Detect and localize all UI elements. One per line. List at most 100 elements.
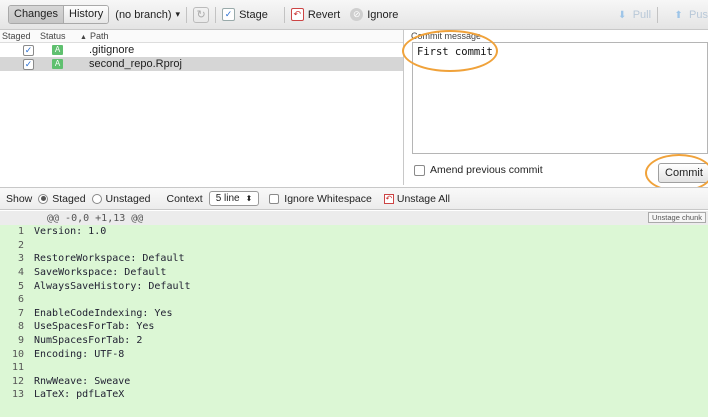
remote-actions: ⬇ Pull ⬆ Pus [608,0,708,29]
stage-button[interactable]: ✓ Stage [222,8,268,21]
hunk-header: @@ -0,0 +1,13 @@ Unstage chunk [0,211,708,225]
line-number: 3 [17,253,24,265]
diff-line[interactable]: 4 SaveWorkspace: Default [0,266,708,280]
select-arrows-icon: ⬍ [245,194,253,203]
push-label: Pus [689,9,708,21]
column-status[interactable]: Status [40,31,80,41]
diff-view: @@ -0,0 +1,13 @@ Unstage chunk 1 Version:… [0,211,708,417]
line-code: Version: 1.0 [34,226,107,238]
line-code: RnwWeave: Sweave [34,375,131,387]
changed-files-pane: Staged Status ▲ Path ✓ A .gitignore ✓ A s… [0,30,404,185]
pull-button[interactable]: ⬇ Pull [616,9,651,22]
pull-label: Pull [632,9,652,21]
sort-ascending-icon: ▲ [80,34,87,41]
diff-line[interactable]: 8 UseSpacesForTab: Yes [0,320,708,334]
diff-line[interactable]: 6 [0,293,708,307]
staged-checkbox[interactable]: ✓ [23,44,34,56]
context-label: Context [166,192,203,205]
line-number: 2 [17,239,24,251]
amend-option[interactable]: Amend previous commit [414,164,543,176]
view-tabs: Changes History [8,5,110,24]
line-code: EnableCodeIndexing: Yes [34,307,173,319]
line-number: 1 [17,226,24,238]
file-row[interactable]: ✓ A .gitignore [0,43,403,57]
unstage-chunk-button[interactable]: Unstage chunk [647,212,706,223]
files-header: Staged Status ▲ Path [0,30,403,43]
status-badge: A [52,45,63,55]
unstaged-radio[interactable] [91,193,102,204]
tab-history[interactable]: History [63,6,109,23]
line-code: LaTeX: pdfLaTeX [34,389,125,401]
revert-icon: ↶ [290,8,304,21]
commit-pane: Commit message First commit Amend previo… [408,30,708,185]
line-number: 4 [17,267,24,279]
diff-line[interactable]: 7 EnableCodeIndexing: Yes [0,307,708,321]
line-number: 6 [17,294,24,306]
file-path: .gitignore [89,44,135,56]
hunk-range: @@ -0,0 +1,13 @@ [47,212,144,224]
line-number: 7 [17,307,24,319]
context-value: 5 line [215,193,240,204]
column-path-label: Path [89,31,109,41]
staged-checkbox[interactable]: ✓ [23,58,34,70]
line-number: 12 [11,375,24,387]
diff-toolbar: Show Staged Unstaged Context 5 line ⬍ Ig… [0,187,708,210]
staged-radio-label[interactable]: Staged [52,193,85,205]
diff-line[interactable]: 10 Encoding: UTF-8 [0,347,708,361]
line-code: AlwaysSaveHistory: Default [34,280,191,292]
commit-button[interactable]: Commit [658,163,708,183]
branch-selector[interactable]: (no branch) ▾ [115,9,180,21]
ignore-whitespace-label[interactable]: Ignore Whitespace [284,193,372,205]
toolbar-divider [283,6,285,23]
unstaged-radio-label[interactable]: Unstaged [106,193,151,205]
diff-line[interactable]: 13 LaTeX: pdfLaTeX [0,388,708,402]
diff-line[interactable]: 5 AlwaysSaveHistory: Default [0,279,708,293]
context-select[interactable]: 5 line ⬍ [208,191,260,206]
show-label: Show [6,192,33,205]
unstage-icon: ↶ [383,193,394,204]
refresh-icon[interactable]: ↻ [193,6,210,23]
chevron-down-icon: ▾ [175,9,181,19]
diff-lines: 1 Version: 1.0 2 3 RestoreWorkspace: Defau… [0,225,708,417]
line-number: 5 [17,280,24,292]
line-number: 9 [17,335,24,347]
diff-line[interactable]: 2 [0,239,708,253]
column-staged[interactable]: Staged [0,31,40,41]
pull-arrow-icon: ⬇ [617,9,627,21]
file-row[interactable]: ✓ A second_repo.Rproj [0,57,403,71]
line-code: RestoreWorkspace: Default [34,253,185,265]
line-code: NumSpacesForTab: 2 [34,335,143,347]
toolbar-divider [657,7,659,23]
line-number: 13 [11,389,24,401]
amend-checkbox[interactable] [414,164,425,176]
check-icon: ✓ [222,8,236,21]
toolbar-divider [186,6,188,23]
toolbar-divider [215,6,217,23]
branch-label: (no branch) [115,8,172,21]
push-arrow-icon: ⬆ [674,9,683,21]
column-path[interactable]: ▲ Path [80,31,403,41]
push-button[interactable]: ⬆ Pus [672,9,708,22]
revert-label: Revert [307,8,341,21]
line-code: Encoding: UTF-8 [34,348,125,360]
ignore-label: Ignore [367,8,399,21]
diff-line[interactable]: 12 RnwWeave: Sweave [0,375,708,389]
unstage-all-button[interactable]: Unstage All [397,193,450,205]
diff-line[interactable]: 1 Version: 1.0 [0,225,708,239]
diff-line[interactable]: 3 RestoreWorkspace: Default [0,252,708,266]
line-code: SaveWorkspace: Default [34,267,167,279]
amend-label: Amend previous commit [430,164,543,176]
tab-changes[interactable]: Changes [9,6,64,23]
stage-label: Stage [239,8,268,21]
diff-line[interactable]: 9 NumSpacesForTab: 2 [0,334,708,348]
review-toolbar: Changes History (no branch) ▾ ↻ ✓ Stage … [0,0,708,30]
line-number: 10 [11,348,24,360]
ignore-whitespace-checkbox[interactable] [269,193,280,204]
staged-radio[interactable] [38,193,49,204]
diff-line[interactable]: 11 [0,361,708,375]
status-badge: A [52,59,63,69]
commit-message-input[interactable]: First commit [412,42,708,154]
revert-button[interactable]: ↶ Revert [290,8,341,21]
line-number: 11 [11,362,24,374]
ignore-button[interactable]: ⊘ Ignore [350,8,398,21]
